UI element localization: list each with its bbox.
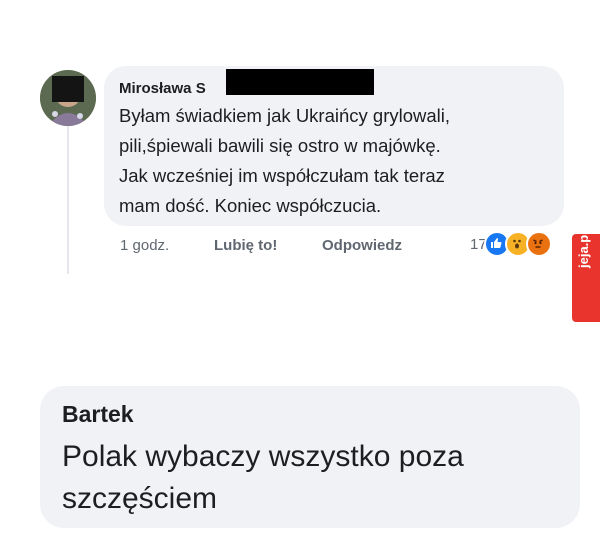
comment-line: mam dość. Koniec współczucia. (119, 195, 382, 216)
comment-author[interactable]: Bartek (62, 401, 134, 428)
comment-text: Polak wybaczy wszystko poza szczęściem (62, 436, 562, 520)
comment-timestamp[interactable]: 1 godz. (120, 237, 169, 254)
comment-author[interactable]: Mirosława S (119, 80, 206, 97)
like-button[interactable]: Lubię to! (214, 237, 277, 254)
thread-line (67, 122, 69, 274)
reply-button[interactable]: Odpowiedz (322, 237, 402, 254)
censor-bar (52, 76, 84, 102)
avatar[interactable] (40, 70, 96, 126)
comment-line: Jak wcześniej im współczułam tak teraz (119, 165, 445, 186)
watermark-badge: jeja.pl (572, 231, 600, 322)
angry-icon (525, 231, 552, 257)
comment-line: pili,śpiewali bawili się ostro w majówkę… (119, 135, 441, 156)
comment-line: szczęściem (62, 482, 218, 515)
censor-bar (226, 69, 374, 95)
comment-line: Polak wybaczy wszystko poza (62, 440, 464, 473)
watermark-text: jeja.pl (576, 231, 591, 268)
comment-text: Byłam świadkiem jak Ukraińcy grylowali, … (119, 101, 559, 221)
reactions-summary[interactable]: 17 (470, 230, 552, 258)
comment-line: Byłam świadkiem jak Ukraińcy grylowali, (119, 105, 451, 126)
